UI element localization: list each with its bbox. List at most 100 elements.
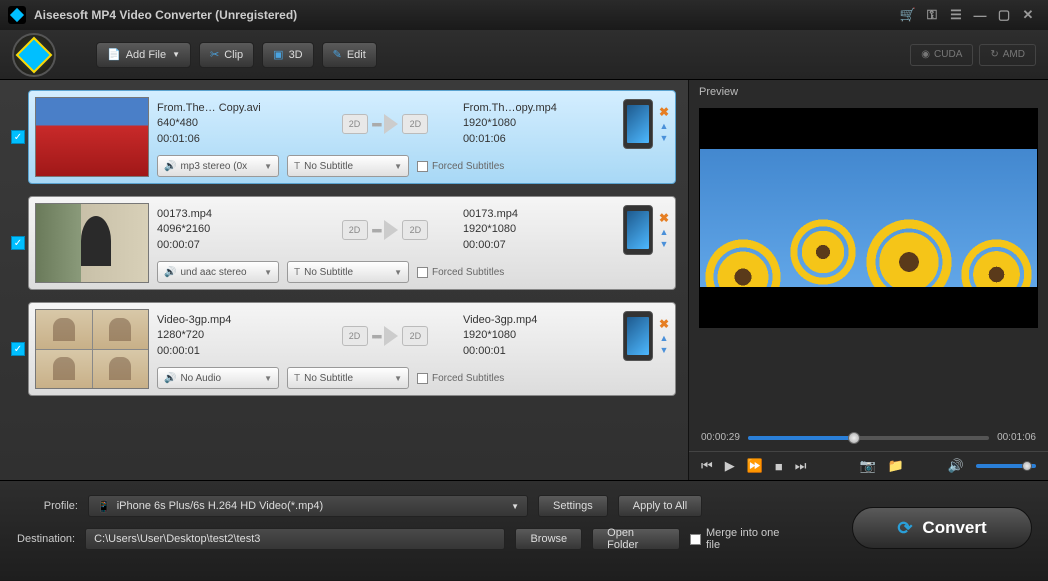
3d-button[interactable]: ▣ 3D bbox=[262, 42, 313, 68]
destination-label: Destination: bbox=[16, 533, 75, 545]
target-info: From.Th…opy.mp41920*108000:01:06 bbox=[463, 101, 613, 147]
file-thumbnail bbox=[35, 309, 149, 389]
app-logo bbox=[12, 33, 56, 77]
file-card[interactable]: ✓ From.The… Copy.avi640*48000:01:06 2D▪▪… bbox=[28, 90, 676, 184]
source-info: 00173.mp44096*216000:00:07 bbox=[157, 207, 307, 253]
convert-label: Convert bbox=[922, 518, 986, 538]
destination-field[interactable]: C:\Users\User\Desktop\test2\test3 bbox=[85, 528, 505, 550]
timeline: 00:00:29 00:01:06 bbox=[689, 424, 1048, 451]
profile-dropdown[interactable]: 📱iPhone 6s Plus/6s H.264 HD Video(*.mp4)… bbox=[88, 495, 528, 517]
text-icon: T bbox=[294, 267, 300, 278]
conversion-arrow: 2D▪▪▪2D bbox=[307, 326, 463, 346]
snapshot-icon[interactable]: 📷 bbox=[859, 458, 875, 474]
text-icon: T bbox=[294, 161, 300, 172]
volume-icon[interactable]: 🔊 bbox=[948, 458, 964, 474]
seek-slider[interactable] bbox=[748, 436, 989, 440]
menu-icon[interactable]: ☰ bbox=[944, 5, 968, 25]
audio-dropdown[interactable]: 🔊mp3 stereo (0x▼ bbox=[157, 155, 279, 177]
remove-icon[interactable]: ✖ bbox=[659, 105, 669, 119]
source-info: From.The… Copy.avi640*48000:01:06 bbox=[157, 101, 307, 147]
cuda-button[interactable]: ◉ CUDA bbox=[910, 44, 973, 66]
cuda-label: CUDA bbox=[934, 49, 962, 60]
toolbar: 📄Add File▼ ✂ Clip ▣ 3D ✎ Edit ◉ CUDA ↻ AMD bbox=[0, 30, 1048, 80]
move-up-icon[interactable]: ▲ bbox=[660, 333, 669, 343]
conversion-arrow: 2D▪▪▪2D bbox=[307, 114, 463, 134]
add-file-button[interactable]: 📄Add File▼ bbox=[96, 42, 191, 68]
3d-icon: ▣ bbox=[273, 48, 283, 61]
move-down-icon[interactable]: ▼ bbox=[660, 345, 669, 355]
move-up-icon[interactable]: ▲ bbox=[660, 227, 669, 237]
titlebar: Aiseesoft MP4 Video Converter (Unregiste… bbox=[0, 0, 1048, 30]
file-checkbox[interactable]: ✓ bbox=[11, 130, 25, 144]
add-file-label: Add File bbox=[126, 49, 166, 61]
time-total: 00:01:06 bbox=[997, 432, 1036, 443]
refresh-icon: ⟳ bbox=[897, 518, 912, 539]
audio-dropdown[interactable]: 🔊No Audio▼ bbox=[157, 367, 279, 389]
conversion-arrow: 2D▪▪▪2D bbox=[307, 220, 463, 240]
next-icon[interactable]: ⏭ bbox=[795, 458, 807, 474]
audio-dropdown[interactable]: 🔊und aac stereo▼ bbox=[157, 261, 279, 283]
play-icon[interactable]: ▶ bbox=[725, 458, 735, 474]
preview-title: Preview bbox=[689, 80, 1048, 104]
file-thumbnail bbox=[35, 97, 149, 177]
subtitle-dropdown[interactable]: TNo Subtitle▼ bbox=[287, 367, 409, 389]
amd-button[interactable]: ↻ AMD bbox=[979, 44, 1036, 66]
stop-icon[interactable]: ■ bbox=[775, 459, 783, 474]
folder-icon[interactable]: 📁 bbox=[888, 458, 904, 474]
merge-checkbox[interactable]: Merge into one file bbox=[690, 527, 792, 551]
3d-label: 3D bbox=[289, 49, 303, 61]
close-icon[interactable]: ✕ bbox=[1016, 5, 1040, 25]
source-info: Video-3gp.mp41280*72000:00:01 bbox=[157, 313, 307, 359]
target-info: Video-3gp.mp41920*108000:00:01 bbox=[463, 313, 613, 359]
clip-label: Clip bbox=[224, 49, 243, 61]
file-thumbnail bbox=[35, 203, 149, 283]
open-folder-button[interactable]: Open Folder bbox=[592, 528, 680, 550]
preview-video[interactable] bbox=[699, 108, 1038, 328]
move-down-icon[interactable]: ▼ bbox=[660, 239, 669, 249]
target-info: 00173.mp41920*108000:00:07 bbox=[463, 207, 613, 253]
browse-button[interactable]: Browse bbox=[515, 528, 582, 550]
playback-controls: ⏮ ▶ ⏩ ■ ⏭ 📷 📁 🔊 bbox=[689, 451, 1048, 480]
forced-subtitles-checkbox[interactable]: Forced Subtitles bbox=[417, 367, 504, 389]
subtitle-dropdown[interactable]: TNo Subtitle▼ bbox=[287, 261, 409, 283]
cart-icon[interactable]: 🛒 bbox=[896, 5, 920, 25]
preview-panel: Preview 00:00:29 00:01:06 ⏮ ▶ ⏩ ■ ⏭ bbox=[688, 80, 1048, 480]
file-checkbox[interactable]: ✓ bbox=[11, 236, 25, 250]
phone-icon: 📱 bbox=[97, 500, 111, 513]
scissors-icon: ✂ bbox=[210, 48, 219, 61]
profile-label: Profile: bbox=[16, 500, 78, 512]
convert-button[interactable]: ⟳ Convert bbox=[852, 507, 1032, 549]
file-card[interactable]: ✓ Video-3gp.mp41280*72000:00:01 2D▪▪▪2D … bbox=[28, 302, 676, 396]
apply-all-button[interactable]: Apply to All bbox=[618, 495, 702, 517]
text-icon: T bbox=[294, 373, 300, 384]
move-down-icon[interactable]: ▼ bbox=[660, 133, 669, 143]
subtitle-dropdown[interactable]: TNo Subtitle▼ bbox=[287, 155, 409, 177]
device-icon bbox=[623, 205, 653, 255]
amd-label: AMD bbox=[1003, 49, 1025, 60]
bottom-bar: Profile: 📱iPhone 6s Plus/6s H.264 HD Vid… bbox=[0, 480, 1048, 580]
remove-icon[interactable]: ✖ bbox=[659, 317, 669, 331]
move-up-icon[interactable]: ▲ bbox=[660, 121, 669, 131]
speaker-icon: 🔊 bbox=[164, 373, 176, 384]
forced-subtitles-checkbox[interactable]: Forced Subtitles bbox=[417, 261, 504, 283]
window-title: Aiseesoft MP4 Video Converter (Unregiste… bbox=[34, 8, 297, 22]
remove-icon[interactable]: ✖ bbox=[659, 211, 669, 225]
file-card[interactable]: ✓ 00173.mp44096*216000:00:07 2D▪▪▪2D 001… bbox=[28, 196, 676, 290]
device-icon bbox=[623, 311, 653, 361]
speaker-icon: 🔊 bbox=[164, 161, 176, 172]
edit-label: Edit bbox=[347, 49, 366, 61]
clip-button[interactable]: ✂ Clip bbox=[199, 42, 254, 68]
forced-subtitles-checkbox[interactable]: Forced Subtitles bbox=[417, 155, 504, 177]
edit-button[interactable]: ✎ Edit bbox=[322, 42, 377, 68]
settings-button[interactable]: Settings bbox=[538, 495, 608, 517]
volume-slider[interactable] bbox=[976, 464, 1036, 468]
app-small-logo bbox=[8, 6, 26, 24]
minimize-icon[interactable]: — bbox=[968, 5, 992, 25]
prev-icon[interactable]: ⏮ bbox=[701, 458, 713, 474]
time-current: 00:00:29 bbox=[701, 432, 740, 443]
file-checkbox[interactable]: ✓ bbox=[11, 342, 25, 356]
edit-icon: ✎ bbox=[333, 48, 342, 61]
maximize-icon[interactable]: ▢ bbox=[992, 5, 1016, 25]
fast-forward-icon[interactable]: ⏩ bbox=[747, 458, 763, 474]
key-icon[interactable]: ⚿ bbox=[920, 5, 944, 25]
